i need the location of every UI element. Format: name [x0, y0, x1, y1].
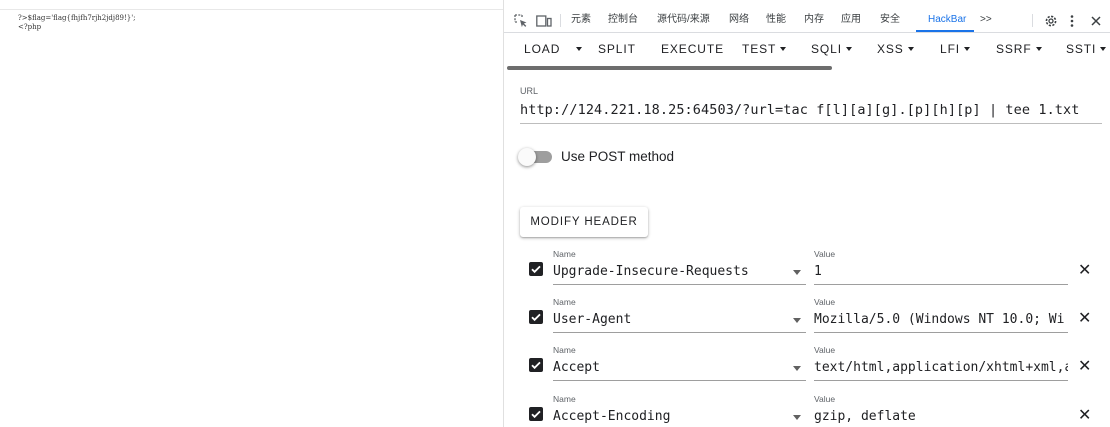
active-tab-indicator — [916, 30, 974, 32]
tab-performance[interactable]: 性能 — [766, 9, 786, 32]
split-button[interactable]: SPLIT — [598, 42, 636, 56]
page-viewport: ?>$flag='flag{fhjfh7rjh2jdj89!}'; <?php — [0, 0, 503, 427]
test-menu-button[interactable]: TEST — [742, 42, 787, 56]
header-name-underline — [553, 380, 806, 381]
header-name-label: Name — [553, 249, 576, 259]
xss-menu-label: XSS — [877, 42, 904, 56]
header-name-dropdown-icon[interactable] — [793, 415, 801, 420]
header-row: Name User-Agent Value Mozilla/5.0 (Windo… — [504, 297, 1110, 343]
ssrf-menu-label: SSRF — [996, 42, 1032, 56]
header-value-input[interactable]: gzip, deflate — [814, 409, 1068, 424]
source-line-1: ?>$flag='flag{fhjfh7rjh2jdj89!}'; — [18, 14, 136, 22]
caret-down-icon — [1035, 46, 1042, 51]
delete-header-icon[interactable]: ✕ — [1078, 260, 1091, 280]
ssti-menu-label: SSTI — [1066, 42, 1097, 56]
header-name-dropdown-icon[interactable] — [793, 366, 801, 371]
check-icon — [531, 313, 541, 322]
settings-gear-icon[interactable] — [1044, 9, 1058, 32]
page-top-border — [0, 9, 503, 10]
tab-console[interactable]: 控制台 — [608, 9, 638, 32]
header-name-input[interactable]: Upgrade-Insecure-Requests — [553, 264, 798, 279]
post-method-label: Use POST method — [561, 149, 675, 164]
header-enabled-checkbox[interactable] — [529, 358, 543, 372]
more-tabs-button[interactable]: >> — [980, 9, 992, 32]
header-name-input[interactable]: Accept — [553, 360, 798, 375]
header-name-underline — [553, 332, 806, 333]
header-row: Name Accept Value text/html,application/… — [504, 345, 1110, 391]
more-options-icon[interactable] — [1069, 9, 1075, 32]
tab-separator — [560, 14, 561, 27]
header-name-dropdown-icon[interactable] — [793, 270, 801, 275]
header-value-label: Value — [814, 297, 836, 307]
header-value-input[interactable]: text/html,application/xhtml+xml,a — [814, 360, 1068, 375]
delete-header-icon[interactable]: ✕ — [1078, 308, 1091, 328]
tab-hackbar[interactable]: HackBar — [928, 9, 966, 32]
url-label: URL — [520, 86, 539, 96]
caret-down-icon — [907, 46, 914, 51]
header-value-underline — [814, 332, 1068, 333]
modify-header-button[interactable]: MODIFY HEADER — [520, 207, 648, 237]
delete-header-icon[interactable]: ✕ — [1078, 405, 1091, 425]
header-name-dropdown-icon[interactable] — [793, 318, 801, 323]
caret-down-icon — [1100, 46, 1107, 51]
ssti-menu-button[interactable]: SSTI — [1066, 42, 1107, 56]
tab-memory[interactable]: 内存 — [804, 9, 824, 32]
url-input[interactable]: http://124.221.18.25:64503/?url=tac f[l]… — [520, 102, 1079, 118]
header-row: Name Upgrade-Insecure-Requests Value 1 ✕ — [504, 249, 1110, 295]
horizontal-scrollbar[interactable] — [507, 66, 832, 70]
caret-down-icon — [964, 46, 971, 51]
delete-header-icon[interactable]: ✕ — [1078, 356, 1091, 376]
header-enabled-checkbox[interactable] — [529, 262, 543, 276]
source-line-2: <?php — [18, 23, 42, 31]
load-dropdown-button[interactable] — [572, 42, 582, 56]
post-method-toggle[interactable] — [518, 148, 552, 166]
url-input-underline — [520, 123, 1102, 124]
header-value-label: Value — [814, 249, 836, 259]
toggle-knob — [518, 148, 536, 166]
device-toolbar-icon[interactable] — [536, 9, 552, 32]
header-value-input[interactable]: Mozilla/5.0 (Windows NT 10.0; Wi — [814, 312, 1068, 327]
execute-button[interactable]: EXECUTE — [661, 42, 724, 56]
tab-network[interactable]: 网络 — [729, 9, 749, 32]
header-row: Name Accept-Encoding Value gzip, deflate… — [504, 394, 1110, 427]
page-source-text: ?>$flag='flag{fhjfh7rjh2jdj89!}'; <?php — [18, 14, 136, 32]
lfi-menu-label: LFI — [940, 42, 961, 56]
tab-security[interactable]: 安全 — [880, 9, 900, 32]
check-icon — [531, 361, 541, 370]
header-name-underline — [553, 284, 806, 285]
sqli-menu-label: SQLI — [811, 42, 842, 56]
header-name-label: Name — [553, 345, 576, 355]
lfi-menu-button[interactable]: LFI — [940, 42, 971, 56]
tab-separator — [1032, 14, 1033, 27]
close-devtools-icon[interactable] — [1090, 9, 1102, 32]
header-enabled-checkbox[interactable] — [529, 407, 543, 421]
header-name-input[interactable]: User-Agent — [553, 312, 798, 327]
inspect-element-icon[interactable] — [514, 9, 528, 32]
header-name-label: Name — [553, 297, 576, 307]
tab-application[interactable]: 应用 — [841, 9, 861, 32]
caret-down-icon — [845, 46, 852, 51]
header-value-label: Value — [814, 345, 836, 355]
header-name-label: Name — [553, 394, 576, 404]
xss-menu-button[interactable]: XSS — [877, 42, 914, 56]
devtools-tabbar: 元素 控制台 源代码/来源 网络 性能 内存 应用 安全 HackBar >> — [504, 9, 1110, 33]
check-icon — [531, 265, 541, 274]
hackbar-toolbar: LOAD SPLIT EXECUTE TEST SQLI XSS LFI SSR… — [504, 36, 1110, 64]
sqli-menu-button[interactable]: SQLI — [811, 42, 852, 56]
tab-elements[interactable]: 元素 — [571, 9, 591, 32]
check-icon — [531, 410, 541, 419]
header-value-underline — [814, 284, 1068, 285]
load-button[interactable]: LOAD — [524, 42, 560, 56]
caret-down-icon — [576, 46, 582, 51]
header-name-input[interactable]: Accept-Encoding — [553, 409, 798, 424]
header-value-input[interactable]: 1 — [814, 264, 1068, 279]
tab-sources[interactable]: 源代码/来源 — [657, 9, 710, 32]
header-value-label: Value — [814, 394, 836, 404]
test-menu-label: TEST — [742, 42, 777, 56]
ssrf-menu-button[interactable]: SSRF — [996, 42, 1042, 56]
caret-down-icon — [780, 46, 787, 51]
header-enabled-checkbox[interactable] — [529, 310, 543, 324]
devtools-panel: 元素 控制台 源代码/来源 网络 性能 内存 应用 安全 HackBar >> — [503, 0, 1110, 427]
header-value-underline — [814, 380, 1068, 381]
